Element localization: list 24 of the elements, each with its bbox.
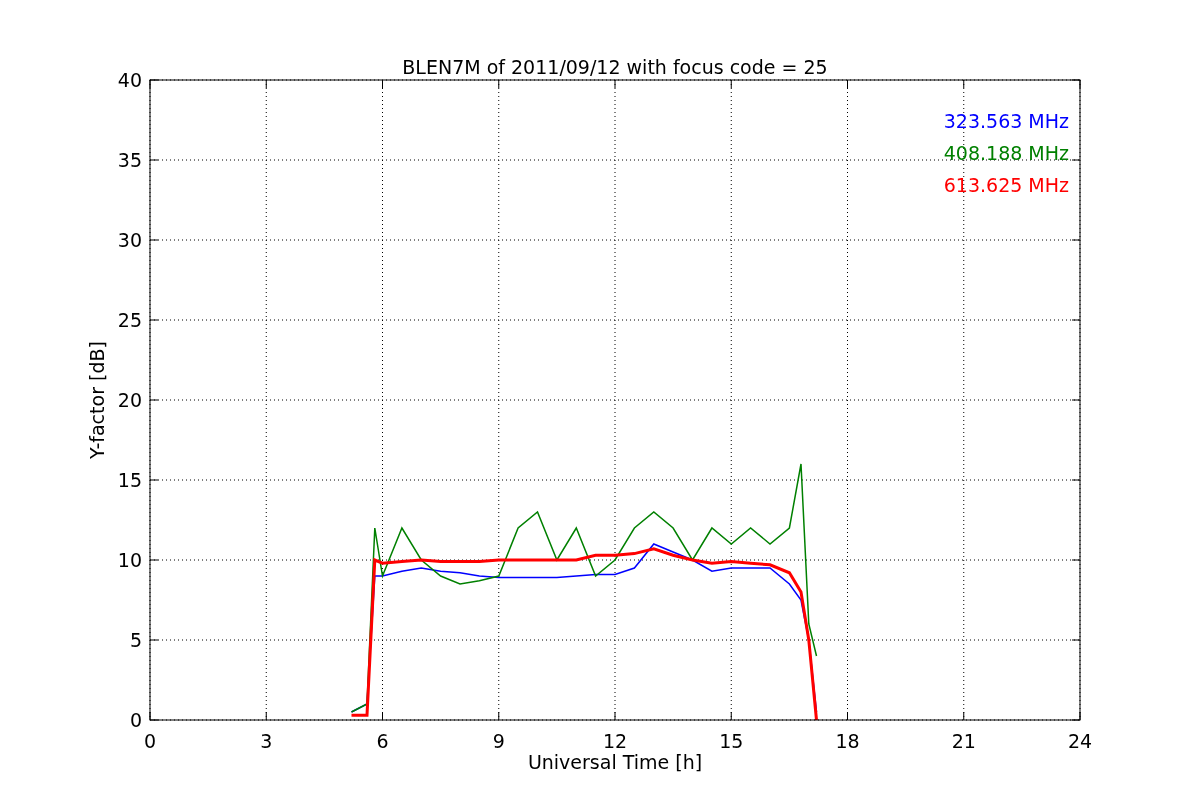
tick-label: 15 (719, 730, 744, 752)
tick-label: 24 (1067, 730, 1093, 752)
tick-label: 20 (117, 389, 142, 411)
chart-title: BLEN7M of 2011/09/12 with focus code = 25 (402, 56, 828, 78)
y-axis-label: Y-factor [dB] (86, 341, 108, 459)
tick-label: 21 (951, 730, 976, 752)
tick-label: 5 (129, 629, 142, 651)
legend-label: 408.188 MHz (943, 142, 1069, 164)
tick-label: 30 (117, 229, 142, 251)
tick-label: 3 (260, 730, 273, 752)
tick-label: 40 (117, 69, 142, 91)
tick-label: 9 (492, 730, 505, 752)
tick-label: 10 (117, 549, 142, 571)
legend-label: 323.563 MHz (943, 110, 1069, 132)
tick-label: 15 (117, 469, 142, 491)
tick-label: 6 (376, 730, 389, 752)
tick-label: 25 (117, 309, 142, 331)
legend-label: 613.625 MHz (943, 174, 1069, 196)
tick-label: 0 (143, 730, 157, 752)
tick-label: 12 (602, 730, 628, 752)
tick-label: 35 (117, 149, 142, 171)
x-axis-label: Universal Time [h] (527, 751, 703, 773)
tick-label: 0 (129, 709, 142, 731)
tick-label: 18 (835, 730, 860, 752)
